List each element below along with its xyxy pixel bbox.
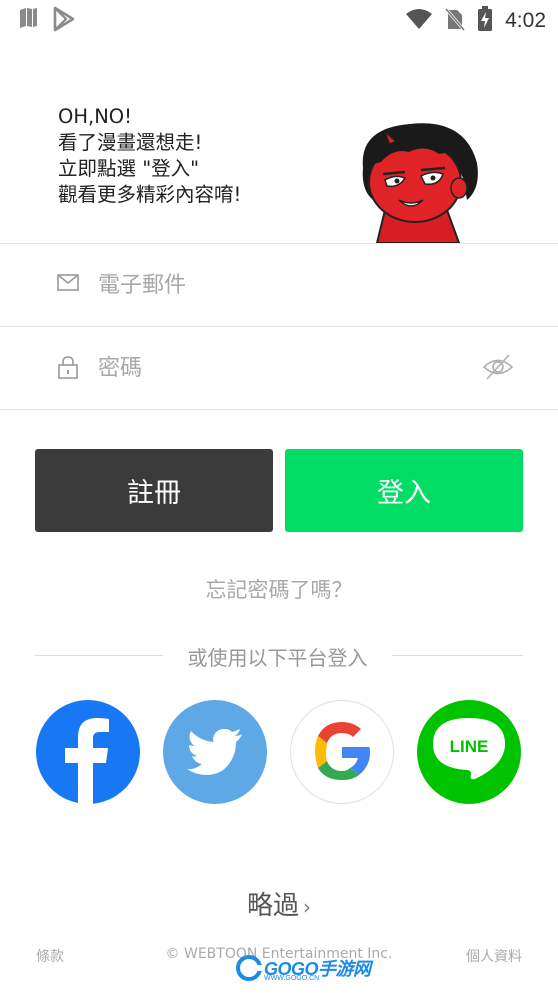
email-field[interactable]	[96, 264, 460, 306]
line-login-button[interactable]: LINE	[417, 700, 521, 804]
privacy-link[interactable]: 個人資料	[466, 946, 522, 966]
facebook-login-button[interactable]	[36, 700, 140, 804]
eye-off-icon[interactable]	[482, 352, 514, 386]
lock-icon	[57, 355, 79, 383]
sim-card-icon	[18, 6, 38, 36]
line-label: LINE	[450, 737, 489, 756]
twitter-bird-icon	[187, 729, 242, 775]
promo-line-3: 立即點選 "登入"	[58, 157, 200, 180]
facebook-icon	[65, 718, 109, 804]
login-button[interactable]: 登入	[285, 449, 523, 532]
battery-charging-icon	[477, 6, 493, 36]
envelope-icon	[57, 274, 79, 295]
google-g-icon	[315, 722, 370, 780]
skip-label: 略過	[246, 891, 299, 921]
google-login-button[interactable]	[290, 700, 394, 804]
forgot-password-link[interactable]: 忘記密碼了嗎？	[0, 574, 558, 604]
password-field[interactable]	[96, 347, 460, 389]
promo-message: OH,NO! 看了漫畫還想走! 立即點選 "登入" 觀看更多精彩內容唷!	[58, 104, 241, 208]
divider-right	[392, 655, 523, 656]
password-row	[0, 326, 558, 410]
play-store-icon	[52, 6, 76, 36]
watermark-subtext: WWW.GOGO.CN	[264, 975, 320, 982]
promo-line-2: 看了漫畫還想走!	[58, 131, 203, 154]
line-icon: LINE	[433, 718, 505, 780]
status-bar: 4:02	[0, 0, 558, 38]
watermark-logo: GOGO手游网 WWW.GOGO.CN	[236, 955, 371, 982]
twitter-login-button[interactable]	[163, 700, 267, 804]
devil-mascot-illustration	[355, 118, 485, 247]
promo-line-4: 觀看更多精彩內容唷!	[58, 183, 242, 206]
no-sim-icon	[444, 7, 466, 35]
register-button[interactable]: 註冊	[35, 449, 273, 532]
promo-line-1: OH,NO!	[58, 105, 132, 128]
status-time: 4:02	[505, 9, 546, 32]
social-login-divider-text: 或使用以下平台登入	[187, 646, 368, 670]
divider-left	[35, 655, 163, 656]
chevron-right-icon: ›	[303, 895, 311, 919]
wifi-icon	[405, 8, 433, 34]
email-row	[0, 243, 558, 326]
watermark-c-icon	[236, 955, 262, 981]
skip-button[interactable]: 略過 ›	[0, 885, 558, 922]
